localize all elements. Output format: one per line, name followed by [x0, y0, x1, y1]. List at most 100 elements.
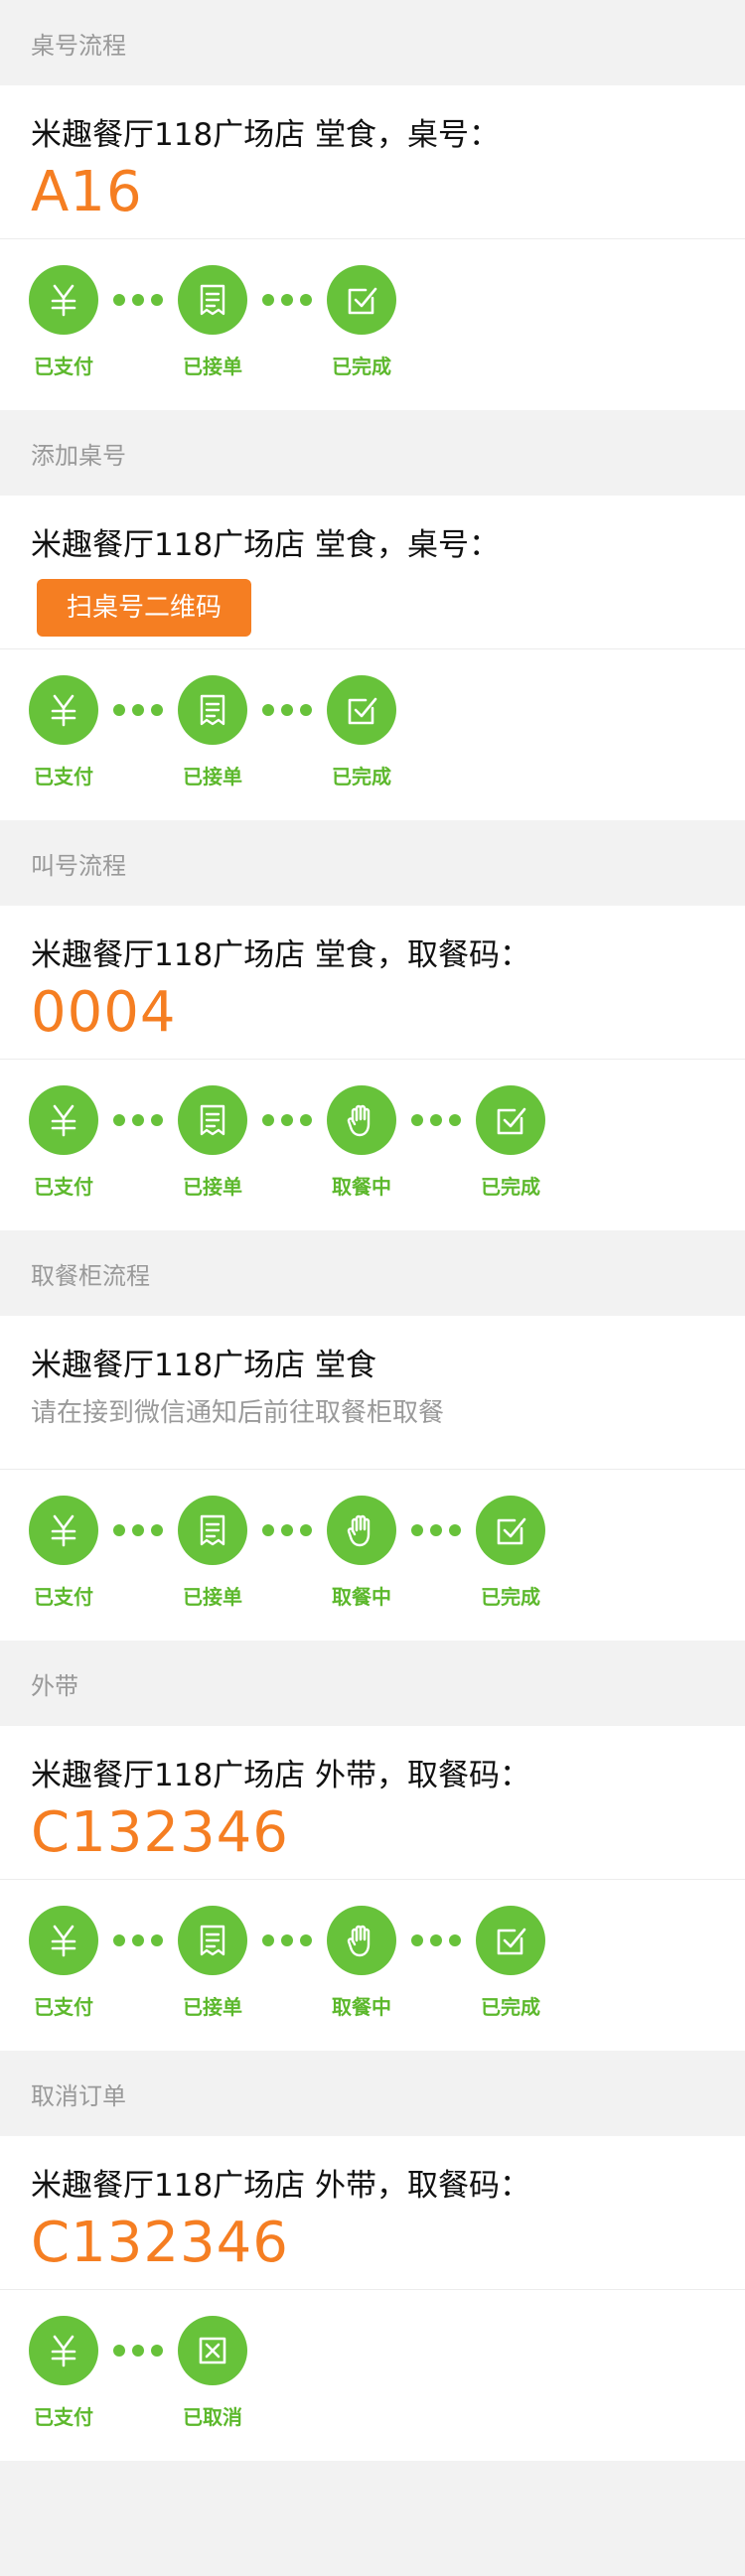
- connector-dot: [300, 704, 312, 716]
- order-status-page: 桌号流程 米趣餐厅118广场店 堂食，桌号： A16 已支付 已接单 已完成 添加桌…: [0, 0, 745, 2461]
- hand-icon: [327, 1085, 396, 1155]
- connector-dot: [262, 1524, 274, 1536]
- step-label: 取餐中: [332, 1585, 391, 1609]
- progress-steps: 已支付 已接单 已完成: [0, 649, 745, 820]
- progress-step: 已支付: [19, 265, 108, 379]
- connector-dot: [262, 294, 274, 306]
- section-cancel-order: 取消订单 米趣餐厅118广场店 外带，取餐码： C132346 已支付 已取消: [0, 2051, 745, 2461]
- connector-dot: [300, 1934, 312, 1946]
- connector-dot: [151, 2345, 163, 2357]
- connector-dot: [113, 1524, 125, 1536]
- pickup-note: 请在接到微信通知后前往取餐柜取餐: [31, 1398, 445, 1428]
- connector-dot: [281, 294, 293, 306]
- connector-dot: [132, 1934, 144, 1946]
- connector-dot: [430, 1524, 442, 1536]
- progress-step: 取餐中: [317, 1085, 406, 1200]
- step-connector-dots: [113, 1524, 163, 1536]
- order-card: 米趣餐厅118广场店 堂食，取餐码： 0004 已支付 已接单 取餐中 已完成: [0, 906, 745, 1230]
- connector-dot: [132, 1524, 144, 1536]
- pickup-code: 0004: [31, 980, 177, 1045]
- step-label: 已完成: [481, 1585, 540, 1609]
- step-label: 已支付: [34, 2405, 93, 2429]
- scan-table-qr-button[interactable]: 扫桌号二维码: [37, 579, 252, 637]
- step-connector-dots: [262, 1934, 312, 1946]
- connector-dot: [113, 704, 125, 716]
- connector-dot: [113, 2345, 125, 2357]
- step-label: 取餐中: [332, 1175, 391, 1199]
- step-connector-dots: [262, 1524, 312, 1536]
- progress-step: 已接单: [168, 675, 257, 789]
- progress-step: 已接单: [168, 1906, 257, 2020]
- step-label: 已取消: [183, 2405, 242, 2429]
- checkbox-icon: [476, 1085, 545, 1155]
- order-title: 米趣餐厅118广场店 外带，取餐码：: [31, 2168, 531, 2204]
- progress-step: 取餐中: [317, 1496, 406, 1610]
- receipt-icon: [178, 1496, 247, 1565]
- yen-icon: [29, 265, 98, 335]
- progress-step: 已接单: [168, 1085, 257, 1200]
- order-title: 米趣餐厅118广场店 堂食，取餐码：: [31, 937, 531, 973]
- checkbox-icon: [327, 675, 396, 745]
- progress-step: 已支付: [19, 675, 108, 789]
- yen-icon: [29, 1496, 98, 1565]
- step-connector-dots: [113, 704, 163, 716]
- step-connector-dots: [262, 294, 312, 306]
- section-header: 取消订单: [0, 2051, 745, 2136]
- section-add-table: 添加桌号 米趣餐厅118广场店 堂食，桌号： 扫桌号二维码 已支付 已接单 已完成: [0, 410, 745, 820]
- receipt-icon: [178, 265, 247, 335]
- order-info: 米趣餐厅118广场店 外带，取餐码： C132346: [0, 1726, 745, 1880]
- progress-step: 取餐中: [317, 1906, 406, 2020]
- connector-dot: [113, 1114, 125, 1126]
- step-connector-dots: [411, 1934, 461, 1946]
- progress-steps: 已支付 已接单 取餐中 已完成: [0, 1470, 745, 1641]
- order-info: 米趣餐厅118广场店 堂食，桌号： A16: [0, 85, 745, 239]
- step-label: 取餐中: [332, 1995, 391, 2019]
- section-header: 取餐柜流程: [0, 1230, 745, 1316]
- connector-dot: [262, 1114, 274, 1126]
- step-connector-dots: [262, 1114, 312, 1126]
- connector-dot: [449, 1524, 461, 1536]
- order-card: 米趣餐厅118广场店 堂食 请在接到微信通知后前往取餐柜取餐 已支付 已接单 取餐中…: [0, 1316, 745, 1641]
- checkbox-icon: [327, 265, 396, 335]
- connector-dot: [132, 294, 144, 306]
- connector-dot: [151, 1114, 163, 1126]
- progress-step: 已接单: [168, 1496, 257, 1610]
- progress-step: 已完成: [317, 675, 406, 789]
- progress-step: 已完成: [466, 1906, 555, 2020]
- table-number: A16: [31, 160, 143, 224]
- connector-dot: [449, 1114, 461, 1126]
- connector-dot: [132, 704, 144, 716]
- connector-dot: [430, 1114, 442, 1126]
- pickup-code: C132346: [31, 1800, 289, 1865]
- progress-step: 已接单: [168, 265, 257, 379]
- pickup-code: C132346: [31, 2211, 289, 2275]
- step-label: 已接单: [183, 765, 242, 788]
- section-locker: 取餐柜流程 米趣餐厅118广场店 堂食 请在接到微信通知后前往取餐柜取餐 已支付…: [0, 1230, 745, 1641]
- connector-dot: [430, 1934, 442, 1946]
- connector-dot: [411, 1114, 423, 1126]
- order-title: 米趣餐厅118广场店 堂食，桌号：: [31, 527, 501, 563]
- connector-dot: [113, 1934, 125, 1946]
- section-header: 外带: [0, 1641, 745, 1726]
- step-label: 已接单: [183, 1995, 242, 2019]
- order-card: 米趣餐厅118广场店 外带，取餐码： C132346 已支付 已接单 取餐中 已完成: [0, 1726, 745, 2051]
- progress-step: 已支付: [19, 1496, 108, 1610]
- step-label: 已完成: [481, 1995, 540, 2019]
- checkbox-icon: [476, 1906, 545, 1975]
- progress-step: 已取消: [168, 2316, 257, 2430]
- progress-step: 已完成: [317, 265, 406, 379]
- section-header: 添加桌号: [0, 410, 745, 496]
- connector-dot: [132, 1114, 144, 1126]
- yen-icon: [29, 675, 98, 745]
- step-label: 已完成: [332, 355, 391, 378]
- order-info: 米趣餐厅118广场店 堂食，桌号： 扫桌号二维码: [0, 496, 745, 649]
- step-label: 已接单: [183, 355, 242, 378]
- cancel-icon: [178, 2316, 247, 2385]
- connector-dot: [113, 294, 125, 306]
- progress-steps: 已支付 已取消: [0, 2290, 745, 2461]
- step-label: 已支付: [34, 1995, 93, 2019]
- order-title: 米趣餐厅118广场店 堂食: [31, 1348, 377, 1383]
- step-label: 已支付: [34, 355, 93, 378]
- connector-dot: [132, 2345, 144, 2357]
- connector-dot: [151, 294, 163, 306]
